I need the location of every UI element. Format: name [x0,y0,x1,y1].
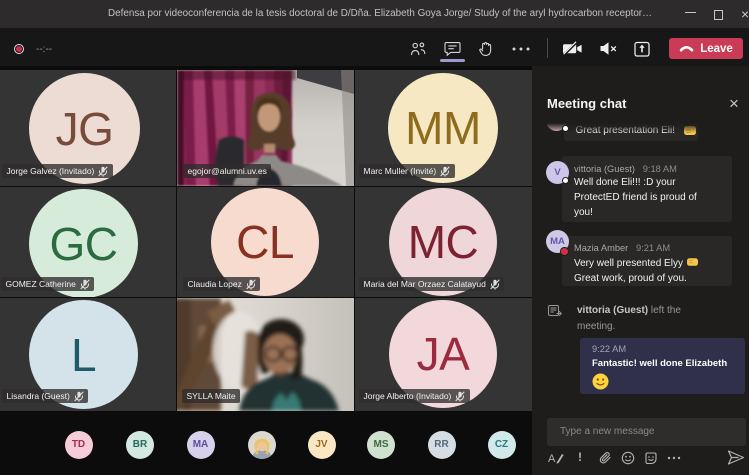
svg-text:A: A [548,453,556,465]
